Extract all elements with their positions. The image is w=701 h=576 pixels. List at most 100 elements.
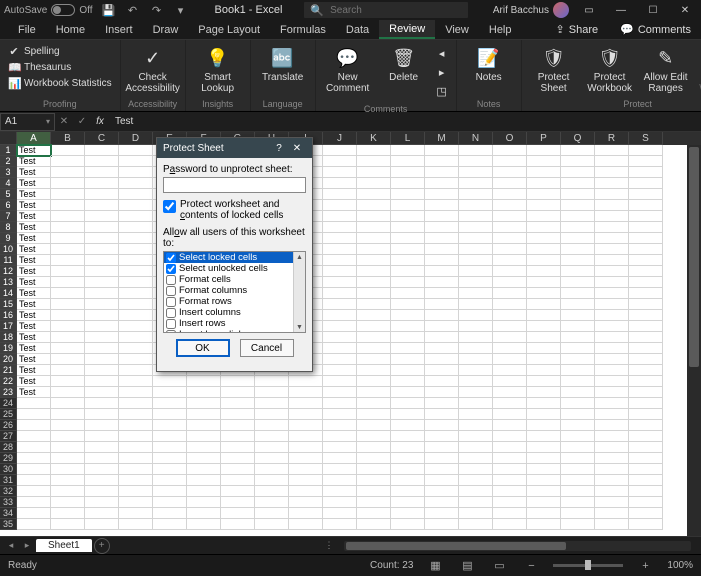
col-header[interactable]: O xyxy=(493,132,527,145)
workbook-stats-button[interactable]: 📊Workbook Statistics xyxy=(6,76,114,91)
maximize-icon[interactable]: ☐ xyxy=(641,0,665,20)
cell[interactable] xyxy=(425,189,459,200)
tab-page-layout[interactable]: Page Layout xyxy=(188,20,270,39)
cell[interactable] xyxy=(459,211,493,222)
cell[interactable] xyxy=(493,398,527,409)
cell[interactable] xyxy=(425,409,459,420)
cell[interactable] xyxy=(629,211,663,222)
permission-item[interactable]: Insert rows xyxy=(164,318,305,329)
cell[interactable] xyxy=(255,497,289,508)
cell[interactable] xyxy=(323,222,357,233)
cell[interactable] xyxy=(323,431,357,442)
cell[interactable] xyxy=(119,189,153,200)
cell[interactable] xyxy=(289,387,323,398)
cell[interactable] xyxy=(153,508,187,519)
cell[interactable] xyxy=(51,266,85,277)
cell[interactable] xyxy=(527,145,561,156)
cell[interactable] xyxy=(493,233,527,244)
cell[interactable] xyxy=(493,343,527,354)
dialog-titlebar[interactable]: Protect Sheet ? ✕ xyxy=(157,138,312,158)
cell[interactable] xyxy=(51,376,85,387)
zoom-out-button[interactable]: − xyxy=(521,558,541,574)
row-header[interactable]: 3 xyxy=(0,167,17,178)
cell[interactable] xyxy=(493,376,527,387)
cell[interactable] xyxy=(391,431,425,442)
protect-workbook-button[interactable]: 🛡ProtectWorkbook xyxy=(582,42,638,98)
cell[interactable] xyxy=(561,189,595,200)
cell[interactable] xyxy=(85,156,119,167)
cell[interactable] xyxy=(527,288,561,299)
cell[interactable] xyxy=(289,442,323,453)
cell[interactable] xyxy=(17,519,51,530)
cell[interactable] xyxy=(187,519,221,530)
undo-icon[interactable]: ↶ xyxy=(125,2,141,18)
thesaurus-button[interactable]: 📖Thesaurus xyxy=(6,60,114,75)
cell[interactable] xyxy=(629,255,663,266)
cell[interactable] xyxy=(527,266,561,277)
cell[interactable]: Test xyxy=(17,189,51,200)
cell[interactable] xyxy=(51,310,85,321)
permissions-list[interactable]: Select locked cellsSelect unlocked cells… xyxy=(163,251,306,333)
cell[interactable] xyxy=(289,475,323,486)
cell[interactable] xyxy=(153,420,187,431)
cell[interactable] xyxy=(629,189,663,200)
cell[interactable] xyxy=(459,453,493,464)
cell[interactable] xyxy=(85,442,119,453)
cell[interactable] xyxy=(527,167,561,178)
cell[interactable] xyxy=(391,310,425,321)
cell[interactable] xyxy=(561,365,595,376)
cell[interactable] xyxy=(357,178,391,189)
row-header[interactable]: 29 xyxy=(0,453,17,464)
cell[interactable] xyxy=(85,266,119,277)
cell[interactable] xyxy=(255,376,289,387)
col-header[interactable]: C xyxy=(85,132,119,145)
cell[interactable] xyxy=(595,178,629,189)
cell[interactable] xyxy=(459,288,493,299)
cell[interactable] xyxy=(629,200,663,211)
cell[interactable] xyxy=(323,376,357,387)
cell[interactable] xyxy=(561,464,595,475)
cell[interactable] xyxy=(357,508,391,519)
cell[interactable] xyxy=(493,255,527,266)
row-header[interactable]: 23 xyxy=(0,387,17,398)
cell[interactable] xyxy=(595,332,629,343)
cell[interactable] xyxy=(17,453,51,464)
cancel-formula-icon[interactable]: ✕ xyxy=(55,116,73,127)
cell[interactable] xyxy=(85,431,119,442)
permission-checkbox[interactable] xyxy=(166,330,176,334)
scroll-up-icon[interactable]: ▲ xyxy=(294,252,305,262)
cell[interactable] xyxy=(17,508,51,519)
cell[interactable] xyxy=(425,343,459,354)
permission-checkbox[interactable] xyxy=(166,275,176,285)
cell[interactable] xyxy=(459,277,493,288)
row-header[interactable]: 16 xyxy=(0,310,17,321)
normal-view-icon[interactable]: ▦ xyxy=(425,558,445,574)
cell[interactable] xyxy=(629,288,663,299)
cell[interactable] xyxy=(255,420,289,431)
cell[interactable] xyxy=(595,497,629,508)
row-header[interactable]: 9 xyxy=(0,233,17,244)
cell[interactable] xyxy=(357,398,391,409)
cell[interactable] xyxy=(425,178,459,189)
col-header[interactable]: L xyxy=(391,132,425,145)
cell[interactable] xyxy=(255,453,289,464)
permission-checkbox[interactable] xyxy=(166,319,176,329)
cell[interactable]: Test xyxy=(17,365,51,376)
cell[interactable] xyxy=(323,310,357,321)
cell[interactable] xyxy=(323,233,357,244)
cell[interactable] xyxy=(459,508,493,519)
cell[interactable] xyxy=(459,299,493,310)
cell[interactable] xyxy=(629,464,663,475)
cell[interactable] xyxy=(561,508,595,519)
cell[interactable] xyxy=(391,387,425,398)
cell[interactable] xyxy=(493,354,527,365)
cell[interactable] xyxy=(527,178,561,189)
cell[interactable] xyxy=(459,464,493,475)
cell[interactable] xyxy=(85,409,119,420)
cell[interactable] xyxy=(425,167,459,178)
cell[interactable] xyxy=(51,277,85,288)
accept-formula-icon[interactable]: ✓ xyxy=(73,116,91,127)
cell[interactable] xyxy=(119,145,153,156)
col-header[interactable]: P xyxy=(527,132,561,145)
comments-button[interactable]: 💬Comments xyxy=(610,20,701,39)
